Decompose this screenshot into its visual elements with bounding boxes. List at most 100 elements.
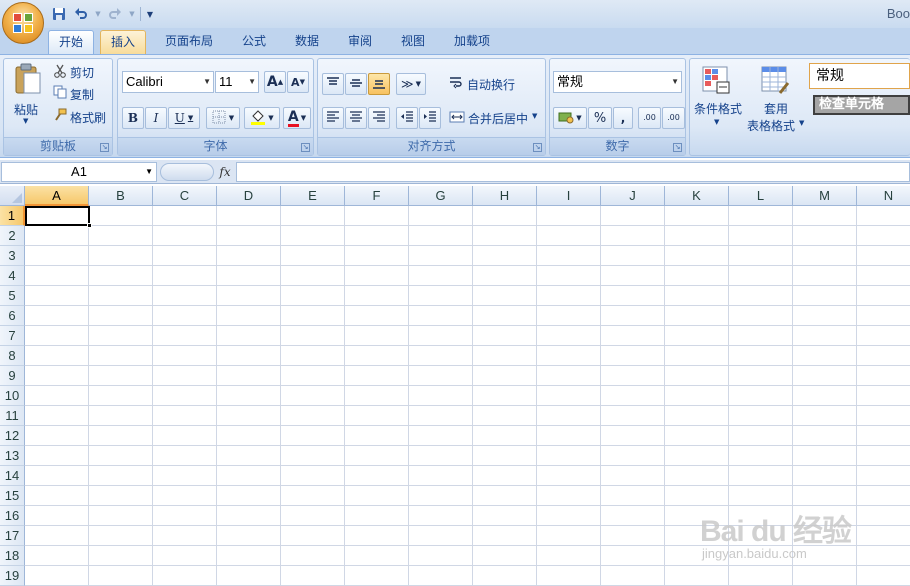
copy-label[interactable]: 复制: [70, 86, 94, 103]
row-header-1[interactable]: 1: [0, 206, 25, 226]
insert-function-button[interactable]: fx: [214, 163, 236, 181]
column-header-a[interactable]: A: [25, 186, 89, 206]
tab-home[interactable]: 开始: [48, 30, 94, 54]
wrap-text-label[interactable]: 自动换行: [467, 76, 515, 93]
underline-button[interactable]: U ▼: [168, 107, 200, 129]
align-left-button[interactable]: [322, 107, 344, 129]
shrink-font-button[interactable]: A ▼: [287, 71, 309, 93]
column-header-e[interactable]: E: [281, 186, 345, 206]
row-header-17[interactable]: 17: [0, 526, 25, 546]
increase-indent-button[interactable]: [419, 107, 441, 129]
align-center-button[interactable]: [345, 107, 367, 129]
align-bottom-button[interactable]: [368, 73, 390, 95]
undo-icon[interactable]: [72, 5, 90, 23]
column-header-k[interactable]: K: [665, 186, 729, 206]
increase-decimal-button[interactable]: .00: [638, 107, 661, 129]
name-box-dropdown-icon[interactable]: ▼: [145, 163, 153, 181]
row-header-15[interactable]: 15: [0, 486, 25, 506]
number-format-dropdown-icon[interactable]: ▼: [671, 72, 679, 92]
column-header-f[interactable]: F: [345, 186, 409, 206]
comma-button[interactable]: ,: [613, 107, 633, 129]
merge-center-icon[interactable]: [448, 109, 466, 125]
align-top-button[interactable]: [322, 73, 344, 95]
tab-addins[interactable]: 加载项: [443, 30, 501, 54]
row-header-12[interactable]: 12: [0, 426, 25, 446]
select-all-button[interactable]: [0, 186, 25, 206]
format-painter-label[interactable]: 格式刷: [70, 109, 106, 126]
save-icon[interactable]: [50, 5, 68, 23]
clipboard-launcher-icon[interactable]: ↘: [100, 143, 109, 152]
row-header-19[interactable]: 19: [0, 566, 25, 586]
orientation-button[interactable]: ≫ ▼: [396, 73, 426, 95]
row-header-3[interactable]: 3: [0, 246, 25, 266]
row-header-9[interactable]: 9: [0, 366, 25, 386]
customize-qat-icon[interactable]: ▼: [145, 5, 155, 23]
row-header-6[interactable]: 6: [0, 306, 25, 326]
row-header-11[interactable]: 11: [0, 406, 25, 426]
column-header-c[interactable]: C: [153, 186, 217, 206]
merge-center-dropdown-icon[interactable]: ▼: [532, 112, 537, 120]
formula-input[interactable]: [236, 162, 910, 182]
undo-dropdown-icon[interactable]: ▼: [94, 5, 102, 23]
merge-center-label[interactable]: 合并后居中: [468, 110, 528, 127]
tab-review[interactable]: 审阅: [337, 30, 383, 54]
row-header-16[interactable]: 16: [0, 506, 25, 526]
italic-button[interactable]: I: [145, 107, 167, 129]
number-launcher-icon[interactable]: ↘: [673, 143, 682, 152]
font-launcher-icon[interactable]: ↘: [301, 143, 310, 152]
redo-dropdown-icon[interactable]: ▼: [128, 5, 136, 23]
active-cell-a1[interactable]: [25, 206, 90, 226]
font-size-dropdown-icon[interactable]: ▼: [248, 72, 256, 92]
column-header-i[interactable]: I: [537, 186, 601, 206]
font-name-combo[interactable]: Calibri ▼: [122, 71, 214, 93]
scissors-icon[interactable]: [52, 63, 68, 79]
formula-bar-splitter[interactable]: [160, 163, 214, 181]
align-middle-button[interactable]: [345, 73, 367, 95]
tab-view[interactable]: 视图: [390, 30, 436, 54]
column-header-n[interactable]: N: [857, 186, 910, 206]
fill-color-button[interactable]: ▼: [244, 107, 280, 129]
row-header-2[interactable]: 2: [0, 226, 25, 246]
row-header-13[interactable]: 13: [0, 446, 25, 466]
tab-page-layout[interactable]: 页面布局: [155, 30, 223, 54]
row-header-7[interactable]: 7: [0, 326, 25, 346]
grow-font-button[interactable]: A ▲: [264, 71, 286, 93]
conditional-format-dropdown-icon[interactable]: ▼: [714, 118, 719, 126]
row-header-4[interactable]: 4: [0, 266, 25, 286]
conditional-format-icon[interactable]: [700, 63, 732, 97]
borders-button[interactable]: ▼: [206, 107, 240, 129]
decrease-decimal-button[interactable]: .00: [662, 107, 685, 129]
table-format-label-2[interactable]: 表格格式: [747, 117, 795, 134]
format-painter-icon[interactable]: [52, 107, 68, 123]
copy-icon[interactable]: [52, 84, 68, 100]
office-button[interactable]: [2, 2, 44, 44]
cell-style-check-cell[interactable]: 检查单元格: [813, 95, 910, 115]
paste-dropdown-icon[interactable]: ▼: [23, 117, 28, 125]
table-format-label-1[interactable]: 套用: [764, 100, 788, 117]
percent-button[interactable]: %: [588, 107, 612, 129]
column-header-j[interactable]: J: [601, 186, 665, 206]
column-header-d[interactable]: D: [217, 186, 281, 206]
table-format-icon[interactable]: [759, 63, 791, 97]
row-header-10[interactable]: 10: [0, 386, 25, 406]
tab-data[interactable]: 数据: [284, 30, 330, 54]
wrap-text-icon[interactable]: [448, 75, 464, 91]
cell-style-normal[interactable]: 常规: [809, 63, 910, 89]
font-color-button[interactable]: A ▼: [283, 107, 311, 129]
column-header-b[interactable]: B: [89, 186, 153, 206]
tab-formulas[interactable]: 公式: [231, 30, 277, 54]
name-box[interactable]: A1 ▼: [1, 162, 157, 182]
accounting-format-button[interactable]: ▼: [553, 107, 587, 129]
row-header-18[interactable]: 18: [0, 546, 25, 566]
font-size-combo[interactable]: 11 ▼: [215, 71, 259, 93]
decrease-indent-button[interactable]: [396, 107, 418, 129]
cut-label[interactable]: 剪切: [70, 64, 94, 81]
row-header-14[interactable]: 14: [0, 466, 25, 486]
alignment-launcher-icon[interactable]: ↘: [533, 143, 542, 152]
bold-button[interactable]: B: [122, 107, 144, 129]
conditional-format-label[interactable]: 条件格式: [694, 100, 742, 117]
paste-icon[interactable]: [13, 62, 43, 96]
table-format-dropdown-icon[interactable]: ▼: [799, 119, 804, 127]
redo-icon[interactable]: [106, 5, 124, 23]
column-header-l[interactable]: L: [729, 186, 793, 206]
